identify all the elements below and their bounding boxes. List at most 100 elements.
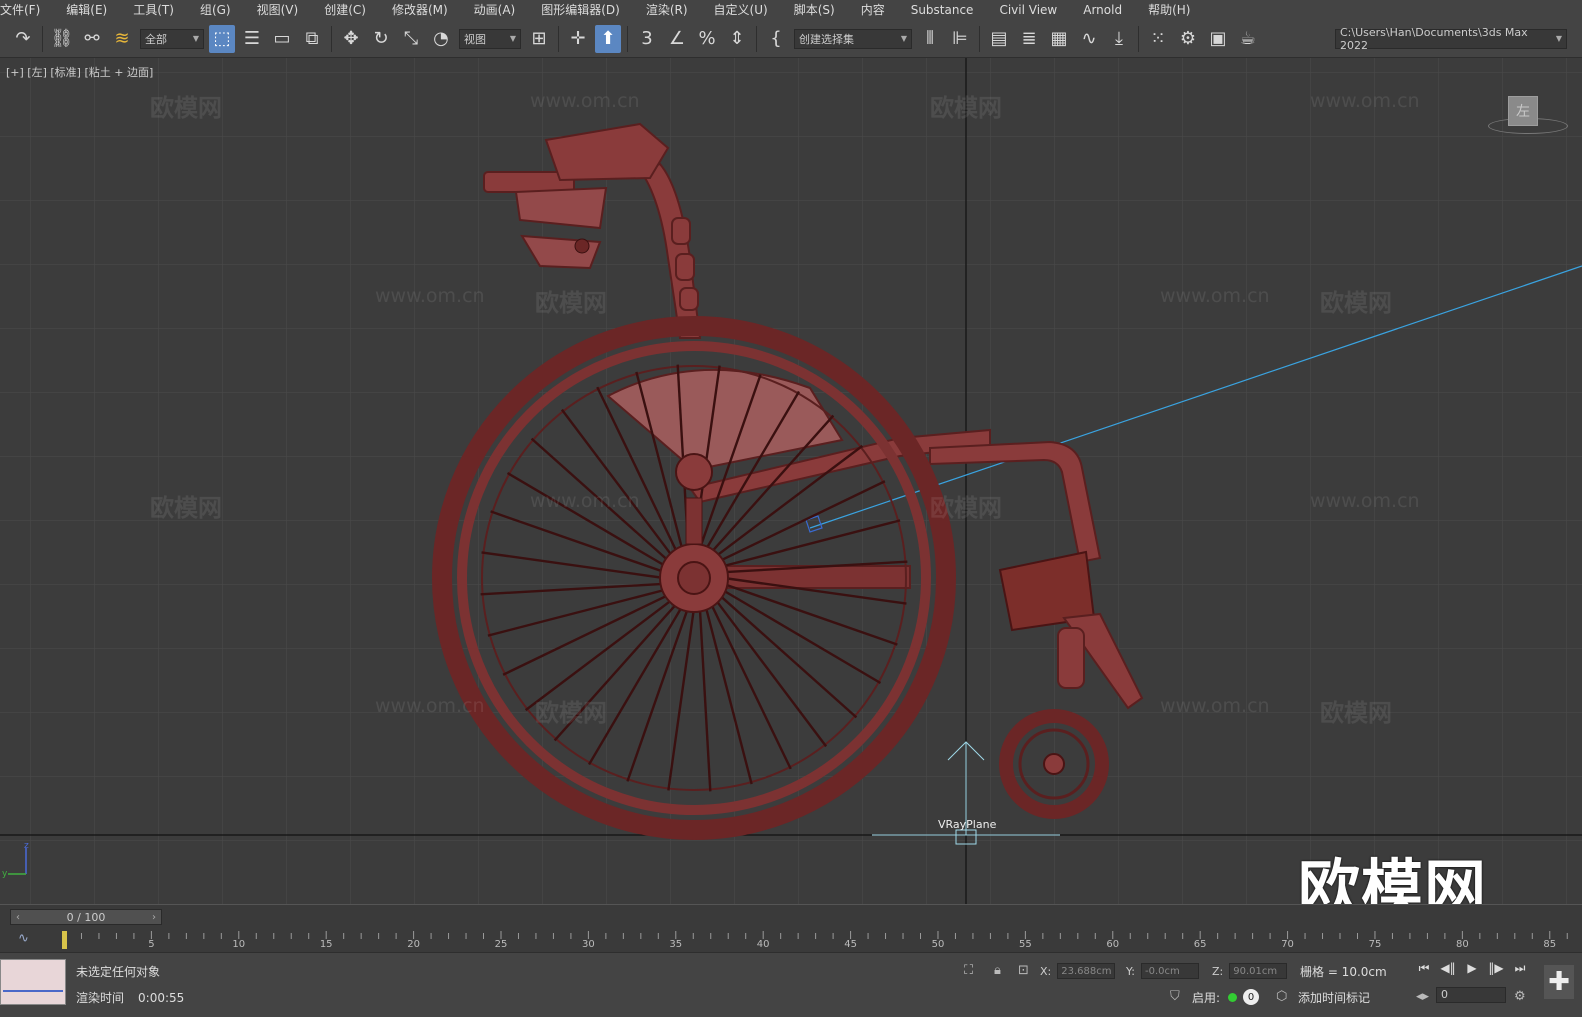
keyboard-shortcut-override-icon[interactable]: ⬆	[595, 24, 621, 53]
isolate-selection-icon[interactable]: ⛶	[964, 963, 973, 978]
angle-snap-icon[interactable]: ∠	[664, 25, 690, 53]
next-key-icon[interactable]: ‖▶	[1484, 961, 1508, 976]
align-icon[interactable]: ⊫	[947, 25, 973, 53]
rotate-icon[interactable]: ↻	[368, 25, 394, 53]
mirror-icon[interactable]: ⫴	[917, 25, 943, 53]
pivot-center-icon[interactable]: ⊞	[526, 25, 552, 53]
spinner-snap-icon[interactable]: ⇕	[724, 25, 750, 53]
track-tick-label: 35	[669, 939, 683, 950]
rect-selection-region-icon[interactable]: ▭	[269, 25, 295, 53]
menu-item[interactable]: 修改器(M)	[379, 0, 461, 20]
current-frame-input[interactable]: 0	[1436, 987, 1506, 1003]
menu-item[interactable]: Civil View	[986, 0, 1070, 20]
rendered-frame-window-icon[interactable]: ▣	[1205, 25, 1231, 53]
timeline: ‹ 0 / 100 › ∿ 5 10 15 20 25 30 35 40 45 50 55 60 65 7…	[0, 904, 1582, 952]
left-viewport[interactable]: z y 欧模网 www.om.cn 欧模网 www.om.cn 欧模网 www.om.cn…	[0, 58, 1582, 904]
adaptive-degradation-icon[interactable]: ⛉	[1170, 989, 1180, 1004]
select-by-name-icon[interactable]: ☰	[239, 25, 265, 53]
brand-logo: 欧模网	[1298, 852, 1488, 904]
link-icon[interactable]: ⛓	[49, 25, 75, 53]
menu-item[interactable]: 组(G)	[187, 0, 244, 20]
scene-explorer-icon[interactable]: ▤	[986, 25, 1012, 53]
time-slider-handle[interactable]	[62, 931, 67, 949]
selection-filter-dropdown[interactable]: 全部 ▼	[140, 28, 204, 49]
select-manipulate-icon[interactable]: ✛	[565, 25, 591, 53]
watermark-url: www.om.cn	[530, 90, 640, 112]
menu-item[interactable]: 工具(T)	[120, 0, 187, 20]
menu-item[interactable]: 自定义(U)	[701, 0, 781, 20]
menu-item[interactable]: 图形编辑器(D)	[528, 0, 633, 20]
percent-snap-icon[interactable]: %	[694, 25, 720, 53]
watermark-url: www.om.cn	[375, 285, 485, 307]
render-setup-icon[interactable]: ⚙	[1175, 25, 1201, 53]
coord-y-input[interactable]: -0.0cm	[1140, 963, 1199, 979]
curve-editor-icon[interactable]: ∿	[1076, 25, 1102, 53]
scale-icon[interactable]: ⤡	[398, 25, 424, 53]
redo-icon[interactable]: ↷	[10, 25, 36, 53]
coord-z-label: Z:	[1212, 964, 1224, 978]
viewport-label[interactable]: [+] [左] [标准] [粘土 + 边面]	[6, 64, 153, 80]
viewcube[interactable]: 左	[1508, 96, 1538, 126]
toggle-ribbon-icon[interactable]: ▦	[1046, 25, 1072, 53]
track-tick-label: 55	[1019, 939, 1032, 950]
material-editor-icon[interactable]: ⁙	[1145, 25, 1171, 53]
snaps-toggle-icon[interactable]: 3	[634, 25, 660, 53]
go-to-start-icon[interactable]: ⏮	[1412, 961, 1436, 976]
track-tick-label: 45	[844, 939, 857, 950]
zoom-extents-icon[interactable]: ✚	[1544, 965, 1574, 999]
menu-item[interactable]: 动画(A)	[461, 0, 529, 20]
place-icon[interactable]: ◔	[428, 25, 454, 53]
bind-spacewarp-icon[interactable]: ≋	[109, 25, 135, 53]
menu-item[interactable]: 视图(V)	[244, 0, 312, 20]
track-bar[interactable]: 5 10 15 20 25 30 35 40 45 50 55 60 65 70 75 80 85	[60, 929, 1570, 951]
schematic-view-icon[interactable]: ⤓	[1106, 25, 1132, 53]
watermark-url: www.om.cn	[530, 490, 640, 512]
enable-count-badge[interactable]: 0	[1243, 989, 1259, 1005]
track-tick-label: 65	[1193, 939, 1207, 950]
watermark: 欧模网	[1320, 289, 1392, 317]
named-selection-dropdown[interactable]: 创建选择集 ▼	[794, 28, 912, 49]
select-object-icon[interactable]: ⬚	[209, 24, 235, 53]
project-path-dropdown[interactable]: C:\Users\Han\Documents\3ds Max 2022 ▼	[1335, 26, 1567, 52]
track-tick-label: 30	[582, 939, 595, 950]
coord-x-input[interactable]: 23.688cm	[1057, 963, 1116, 979]
lock-icon[interactable]: 🔒︎	[994, 963, 1001, 978]
menu-item[interactable]: 文件(F)	[0, 0, 53, 20]
watermark-url: www.om.cn	[1160, 695, 1270, 717]
grid-spacing: 栅格 = 10.0cm	[1300, 965, 1387, 979]
window-crossing-icon[interactable]: ⧉	[299, 25, 325, 53]
chevron-down-icon: ▼	[192, 34, 199, 43]
menu-item[interactable]: 创建(C)	[311, 0, 379, 20]
next-frame-icon[interactable]: ›	[147, 912, 161, 923]
menu-item[interactable]: Substance	[898, 0, 987, 20]
render-production-icon[interactable]: ☕	[1235, 25, 1261, 53]
selection-filter-value: 全部	[145, 32, 167, 46]
add-time-tag-button[interactable]: 添加时间标记	[1298, 989, 1370, 1006]
prev-key-icon[interactable]: ◀‖	[1436, 961, 1460, 976]
key-mode-icon[interactable]: ◂▸	[1416, 989, 1429, 1004]
menu-item[interactable]: 编辑(E)	[53, 0, 120, 20]
edit-named-selection-icon[interactable]: {	[763, 25, 789, 53]
time-slider-bar[interactable]: ‹ 0 / 100 ›	[10, 909, 162, 925]
menu-item[interactable]: 内容	[848, 0, 898, 20]
unlink-icon[interactable]: ⚯	[79, 25, 105, 53]
maxscript-listener[interactable]	[0, 959, 66, 1005]
go-to-end-icon[interactable]: ⏭	[1508, 961, 1532, 976]
layer-explorer-icon[interactable]: ≣	[1016, 25, 1042, 53]
time-config-icon[interactable]: ⚙	[1514, 989, 1526, 1004]
absolute-mode-icon[interactable]: ⊡	[1018, 963, 1029, 978]
menu-item[interactable]: 脚本(S)	[781, 0, 848, 20]
prev-frame-icon[interactable]: ‹	[11, 912, 25, 923]
coord-z-input[interactable]: 90.01cm	[1229, 963, 1288, 979]
play-icon[interactable]: ▶	[1460, 961, 1484, 976]
move-icon[interactable]: ✥	[338, 25, 364, 53]
track-tick-label: 85	[1543, 939, 1557, 950]
reference-coord-value: 视图	[464, 32, 486, 46]
menu-item[interactable]: Arnold	[1070, 0, 1135, 20]
mini-curve-editor-icon[interactable]: ∿	[18, 931, 29, 946]
time-tag-icon[interactable]: ⬡	[1276, 989, 1287, 1004]
reference-coord-dropdown[interactable]: 视图 ▼	[459, 28, 521, 49]
menu-item[interactable]: 渲染(R)	[633, 0, 701, 20]
chevron-down-icon: ▼	[1555, 34, 1562, 43]
menu-item[interactable]: 帮助(H)	[1135, 0, 1203, 20]
